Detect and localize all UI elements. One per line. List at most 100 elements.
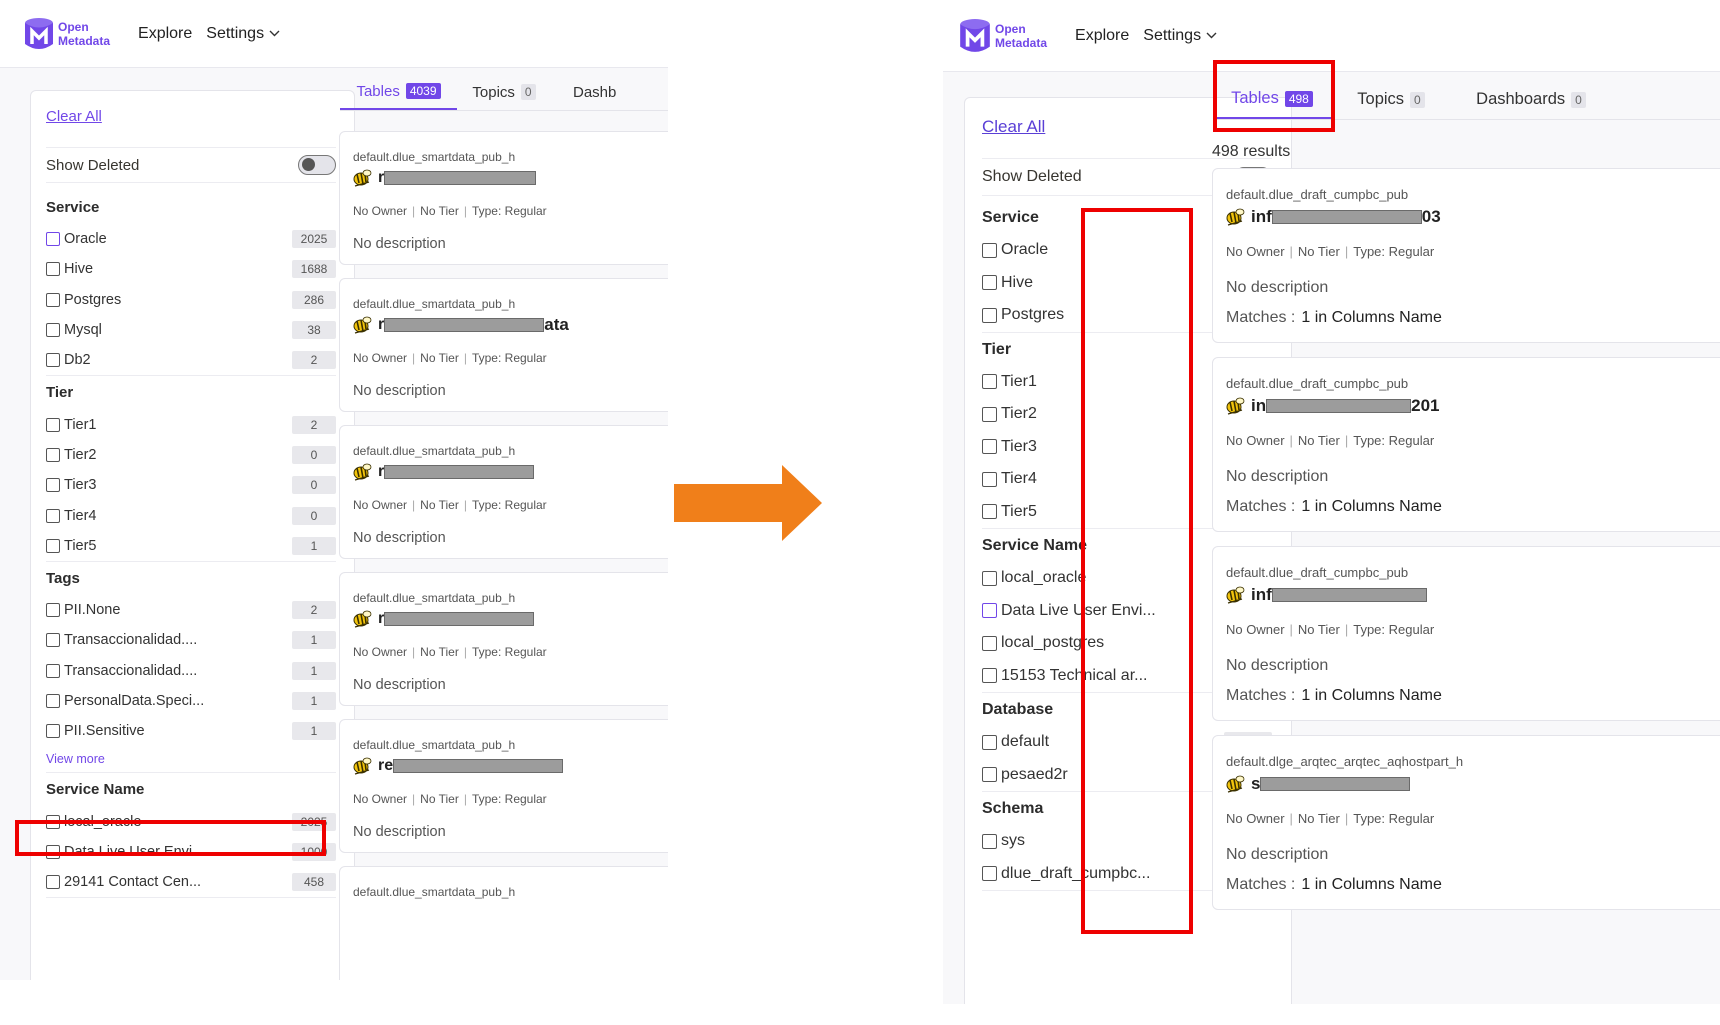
- tab-dashb[interactable]: Dashb: [551, 74, 668, 110]
- filter-item-db2[interactable]: Db2 2: [46, 345, 336, 375]
- nav-explore[interactable]: Explore: [1075, 27, 1129, 45]
- result-title[interactable]: r: [352, 609, 535, 629]
- filter-item-transaccionalidad[interactable]: Transaccionalidad.... 1: [46, 656, 336, 686]
- filter-checkbox[interactable]: [46, 663, 60, 678]
- nav-settings[interactable]: Settings: [206, 25, 280, 43]
- filter-checkbox[interactable]: [982, 767, 997, 783]
- filter-checkbox[interactable]: [46, 724, 60, 739]
- filter-checkbox[interactable]: [46, 538, 60, 553]
- nav-settings[interactable]: Settings: [1143, 27, 1217, 45]
- result-card[interactable]: default.dlue_smartdata_pub_h re No Owner | N…: [339, 719, 668, 853]
- filter-item-pii-sensitive[interactable]: PII.Sensitive 1: [46, 716, 336, 746]
- filter-checkbox[interactable]: [982, 439, 997, 455]
- filter-checkbox[interactable]: [982, 668, 997, 684]
- filter-checkbox[interactable]: [46, 262, 60, 277]
- result-fqn[interactable]: default.dlue_smartdata_pub_h: [353, 885, 515, 899]
- filter-checkbox[interactable]: [982, 603, 997, 619]
- result-title[interactable]: inf: [1225, 585, 1427, 605]
- filter-count-badge: 0: [292, 445, 336, 464]
- filter-checkbox[interactable]: [46, 417, 60, 432]
- filter-checkbox[interactable]: [982, 833, 997, 849]
- matches-value: 1 in Columns Name: [1301, 687, 1442, 704]
- filter-checkbox[interactable]: [46, 875, 60, 890]
- filter-checkbox[interactable]: [982, 471, 997, 487]
- filter-checkbox[interactable]: [46, 323, 60, 338]
- filter-checkbox[interactable]: [46, 633, 60, 648]
- clear-all-link[interactable]: Clear All: [46, 108, 102, 125]
- filter-item-hive[interactable]: Hive 1688: [46, 254, 336, 284]
- result-title[interactable]: r ata: [352, 315, 569, 335]
- result-title[interactable]: inf 03: [1225, 207, 1441, 227]
- filter-checkbox[interactable]: [46, 694, 60, 708]
- result-card[interactable]: default.dlue_smartdata_pub_h: [339, 866, 668, 980]
- show-deleted-toggle[interactable]: [298, 155, 336, 175]
- result-title-prefix: re: [378, 757, 394, 774]
- result-fqn[interactable]: default.dlue_smartdata_pub_h: [353, 444, 515, 458]
- filter-checkbox[interactable]: [982, 635, 997, 651]
- filter-item-tier2[interactable]: Tier2 0: [46, 440, 336, 470]
- filter-item-tier1[interactable]: Tier1 2: [46, 409, 336, 439]
- filter-item-29141-contact-cen[interactable]: 29141 Contact Cen... 458: [46, 867, 336, 897]
- result-title[interactable]: in 201: [1225, 396, 1439, 416]
- filter-checkbox[interactable]: [982, 242, 997, 258]
- result-title[interactable]: re: [352, 756, 564, 776]
- result-card[interactable]: default.dlue_smartdata_pub_h r ata No Owner…: [339, 278, 668, 412]
- filter-checkbox[interactable]: [982, 504, 997, 520]
- filter-item-tier4[interactable]: Tier4 0: [46, 500, 336, 530]
- filter-checkbox[interactable]: [982, 866, 997, 882]
- result-fqn[interactable]: default.dlue_draft_cumpbc_pub: [1226, 565, 1408, 580]
- filter-item-personaldata-speci[interactable]: PersonalData.Speci... 1: [46, 686, 336, 716]
- filter-item-oracle[interactable]: Oracle 2025: [46, 224, 336, 254]
- filter-item-tier3[interactable]: Tier3 0: [46, 470, 336, 500]
- tab-topics[interactable]: Topics 0: [1331, 80, 1451, 119]
- filter-checkbox[interactable]: [982, 307, 997, 323]
- filter-item-transaccionalidad[interactable]: Transaccionalidad.... 1: [46, 625, 336, 655]
- filter-checkbox[interactable]: [982, 734, 997, 750]
- tab-dashboards[interactable]: Dashboards 0: [1451, 80, 1611, 119]
- filter-checkbox[interactable]: [982, 570, 997, 586]
- view-more-link[interactable]: View more: [46, 746, 336, 772]
- nav-settings-label: Settings: [206, 24, 265, 42]
- result-title[interactable]: r: [352, 168, 537, 188]
- result-fqn[interactable]: default.dlue_smartdata_pub_h: [353, 297, 515, 311]
- filter-item-postgres[interactable]: Postgres 286: [46, 285, 336, 315]
- result-fqn[interactable]: default.dlue_draft_cumpbc_pub: [1226, 376, 1408, 391]
- filter-checkbox[interactable]: [46, 478, 60, 493]
- filter-checkbox[interactable]: [982, 374, 997, 390]
- result-fqn[interactable]: default.dlge_arqtec_arqtec_aqhostpart_h: [1226, 754, 1463, 769]
- type-label: Type: Regular: [1353, 244, 1435, 259]
- filter-checkbox[interactable]: [46, 292, 60, 307]
- result-fqn[interactable]: default.dlue_smartdata_pub_h: [353, 738, 515, 752]
- filter-count-badge: 2: [292, 351, 336, 370]
- result-card[interactable]: default.dlue_smartdata_pub_h r No Owner | No…: [339, 425, 668, 559]
- filter-checkbox[interactable]: [46, 603, 60, 618]
- filter-item-tier5[interactable]: Tier5 1: [46, 531, 336, 561]
- tab-tables[interactable]: Tables 4039: [340, 74, 457, 110]
- openmetadata-logo[interactable]: Open Metadata: [959, 18, 1047, 54]
- filter-checkbox[interactable]: [46, 232, 60, 247]
- result-title[interactable]: r: [352, 462, 535, 482]
- result-fqn[interactable]: default.dlue_smartdata_pub_h: [353, 150, 515, 164]
- result-card[interactable]: default.dlue_smartdata_pub_h r No Owner | No…: [339, 131, 668, 265]
- filter-item-label: Oracle: [64, 231, 107, 248]
- filter-checkbox[interactable]: [982, 406, 997, 422]
- filter-item-pii-none[interactable]: PII.None 2: [46, 595, 336, 625]
- result-card[interactable]: default.dlue_draft_cumpbc_pub inf 03 No Own…: [1212, 168, 1720, 343]
- filter-checkbox[interactable]: [46, 508, 60, 523]
- clear-all-link[interactable]: Clear All: [982, 117, 1045, 137]
- nav-explore[interactable]: Explore: [138, 25, 192, 43]
- result-title[interactable]: s: [1225, 774, 1411, 794]
- result-fqn[interactable]: default.dlue_draft_cumpbc_pub: [1226, 187, 1408, 202]
- result-card[interactable]: default.dlue_draft_cumpbc_pub in 201 No Own…: [1212, 357, 1720, 532]
- filter-checkbox[interactable]: [982, 275, 997, 291]
- filter-checkbox[interactable]: [46, 353, 60, 368]
- result-fqn[interactable]: default.dlue_smartdata_pub_h: [353, 591, 515, 605]
- tab-topics[interactable]: Topics 0: [457, 74, 551, 110]
- filter-checkbox[interactable]: [46, 447, 60, 462]
- result-card[interactable]: default.dlue_smartdata_pub_h r No Owner | No…: [339, 572, 668, 706]
- openmetadata-logo[interactable]: Open Metadata: [24, 17, 110, 51]
- hive-bee-icon: [1226, 775, 1245, 793]
- result-card[interactable]: default.dlue_draft_cumpbc_pub inf No Owner…: [1212, 546, 1720, 721]
- filter-item-mysql[interactable]: Mysql 38: [46, 315, 336, 345]
- result-card[interactable]: default.dlge_arqtec_arqtec_aqhostpart_hs…: [1212, 735, 1720, 910]
